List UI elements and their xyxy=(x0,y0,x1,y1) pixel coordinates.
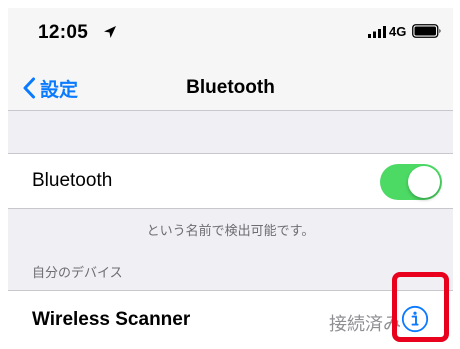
network-type: 4G xyxy=(389,24,407,39)
signal-icon xyxy=(368,26,386,38)
top-bar: 12:05 4G 設定 Bluetooth xyxy=(8,8,453,110)
bluetooth-row-label: Bluetooth xyxy=(32,170,113,191)
status-time: 12:05 xyxy=(38,22,89,43)
bluetooth-toggle-row: Bluetooth xyxy=(8,153,453,209)
nav-divider xyxy=(8,110,453,111)
discoverable-note: という名前で検出可能です。 xyxy=(146,223,315,238)
page-title: Bluetooth xyxy=(186,77,275,98)
status-bar: 12:05 4G xyxy=(8,8,453,56)
my-devices-header: 自分のデバイス xyxy=(32,265,123,280)
navigation-bar: 設定 Bluetooth xyxy=(8,56,453,110)
toggle-knob xyxy=(408,166,440,198)
location-arrow-icon xyxy=(104,26,116,38)
bluetooth-toggle[interactable] xyxy=(380,164,442,200)
device-row[interactable]: Wireless Scanner 接続済み xyxy=(8,290,453,345)
device-status: 接続済み xyxy=(329,314,401,334)
highlight-annotation xyxy=(392,272,449,342)
battery-icon xyxy=(412,24,441,38)
device-name: Wireless Scanner xyxy=(32,309,191,330)
settings-screen: 12:05 4G 設定 Bluetooth Bluetooth という名前で検出… xyxy=(8,8,453,345)
